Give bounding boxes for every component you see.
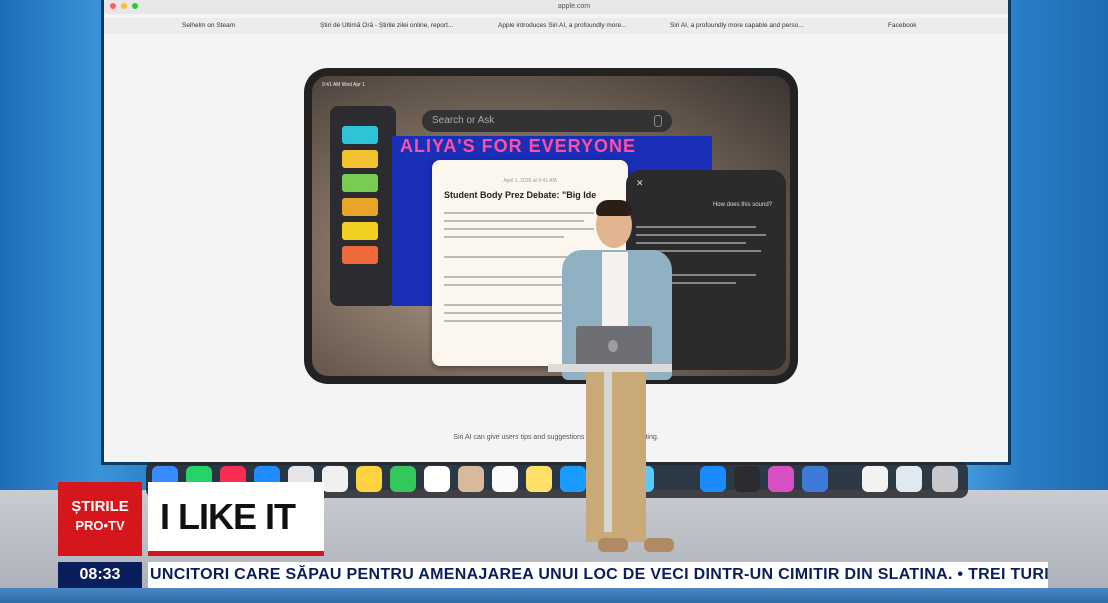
ipad-status-bar: 9:41 AM Wed Apr 1: [322, 82, 365, 88]
laptop: [576, 326, 652, 366]
show-title: I LIKE IT: [160, 496, 296, 537]
app-thumb: [342, 174, 378, 192]
app-thumb: [342, 126, 378, 144]
logo-line-1: ȘTIRILE: [71, 498, 129, 515]
presenter-shoe: [644, 538, 674, 552]
zoom-dot[interactable]: [131, 3, 138, 9]
tab-steam[interactable]: Selhelm on Steam: [182, 22, 235, 29]
app-thumb: [342, 246, 378, 264]
podium-leg: [604, 372, 612, 532]
window-controls: [110, 3, 141, 11]
reminders-icon[interactable]: [492, 466, 518, 492]
notes-icon[interactable]: [526, 466, 552, 492]
search-or-ask-field[interactable]: Search or Ask: [422, 110, 672, 132]
launchpad-icon[interactable]: [322, 466, 348, 492]
podium-top: [548, 364, 672, 372]
tab-facebook[interactable]: Facebook: [888, 22, 917, 29]
close-dot[interactable]: [110, 3, 116, 9]
logo-line-2: PRO•TV: [75, 518, 125, 533]
search-placeholder: Search or Ask: [432, 115, 495, 126]
app-thumb: [342, 222, 378, 240]
microphone-icon[interactable]: [654, 115, 662, 127]
app-thumb: [342, 198, 378, 216]
browser-tab-strip: Selhelm on Steam Știri de Ultimă Oră - Ș…: [104, 18, 1008, 34]
screenshot-icon[interactable]: [768, 466, 794, 492]
siri-question: How does this sound?: [712, 202, 772, 208]
poster-title: ALIYA'S FOR EVERYONE: [400, 136, 636, 156]
presenter-shoe: [598, 538, 628, 552]
presenter-pants: [586, 372, 646, 542]
tab-stirile[interactable]: Știri de Ultimă Oră - Știrile zilei onli…: [320, 22, 453, 29]
presenter: [558, 200, 678, 560]
calendar-icon[interactable]: [424, 466, 450, 492]
ipad-app-sidebar: [330, 106, 396, 306]
bottom-strip: [0, 588, 1108, 603]
trash-icon[interactable]: [932, 466, 958, 492]
facetime-icon[interactable]: [390, 466, 416, 492]
app-thumb: [342, 150, 378, 168]
channel-logo: ȘTIRILE PRO•TV: [58, 482, 142, 556]
text-line: [444, 236, 564, 238]
apple-logo-icon: [608, 340, 618, 352]
browser-toolbar: apple.com: [104, 0, 1008, 14]
show-title-box: I LIKE IT: [148, 482, 324, 556]
broadcast-clock: 08:33: [58, 562, 142, 588]
page-caption: Siri AI can give users tips and suggesti…: [453, 434, 659, 441]
mail-app-icon[interactable]: [802, 466, 828, 492]
document-title: Student Body Prez Debate: "Big Ide: [444, 190, 597, 200]
document-date: April 1, 2026 at 9:41 AM: [503, 178, 557, 184]
video-wall-screen: apple.com Selhelm on Steam Știri de Ulti…: [104, 0, 1008, 462]
address-bar[interactable]: apple.com: [504, 3, 644, 10]
minimize-dot[interactable]: [120, 3, 127, 9]
news-ticker: UNCITORI CARE SĂPAU PENTRU AMENAJAREA UN…: [148, 562, 1048, 588]
document-icon[interactable]: [862, 466, 888, 492]
ticker-text: UNCITORI CARE SĂPAU PENTRU AMENAJAREA UN…: [150, 566, 1048, 583]
ipad-image: 9:41 AM Wed Apr 1 ALIYA'S FOR EVERYONE S…: [304, 68, 798, 384]
text-line: [444, 284, 574, 286]
tab-apple-siri[interactable]: Apple introduces Siri AI, a profoundly m…: [498, 22, 627, 29]
presenter-hair: [596, 200, 632, 216]
ipad-screen: 9:41 AM Wed Apr 1 ALIYA'S FOR EVERYONE S…: [312, 76, 790, 376]
close-icon[interactable]: ✕: [636, 178, 644, 189]
folder-icon[interactable]: [896, 466, 922, 492]
text-line: [444, 320, 564, 322]
xcode-icon[interactable]: [734, 466, 760, 492]
safari-icon[interactable]: [700, 466, 726, 492]
photos-icon[interactable]: [356, 466, 382, 492]
contacts-icon[interactable]: [458, 466, 484, 492]
tab-siri-ai[interactable]: Siri AI, a profoundly more capable and p…: [670, 22, 804, 29]
